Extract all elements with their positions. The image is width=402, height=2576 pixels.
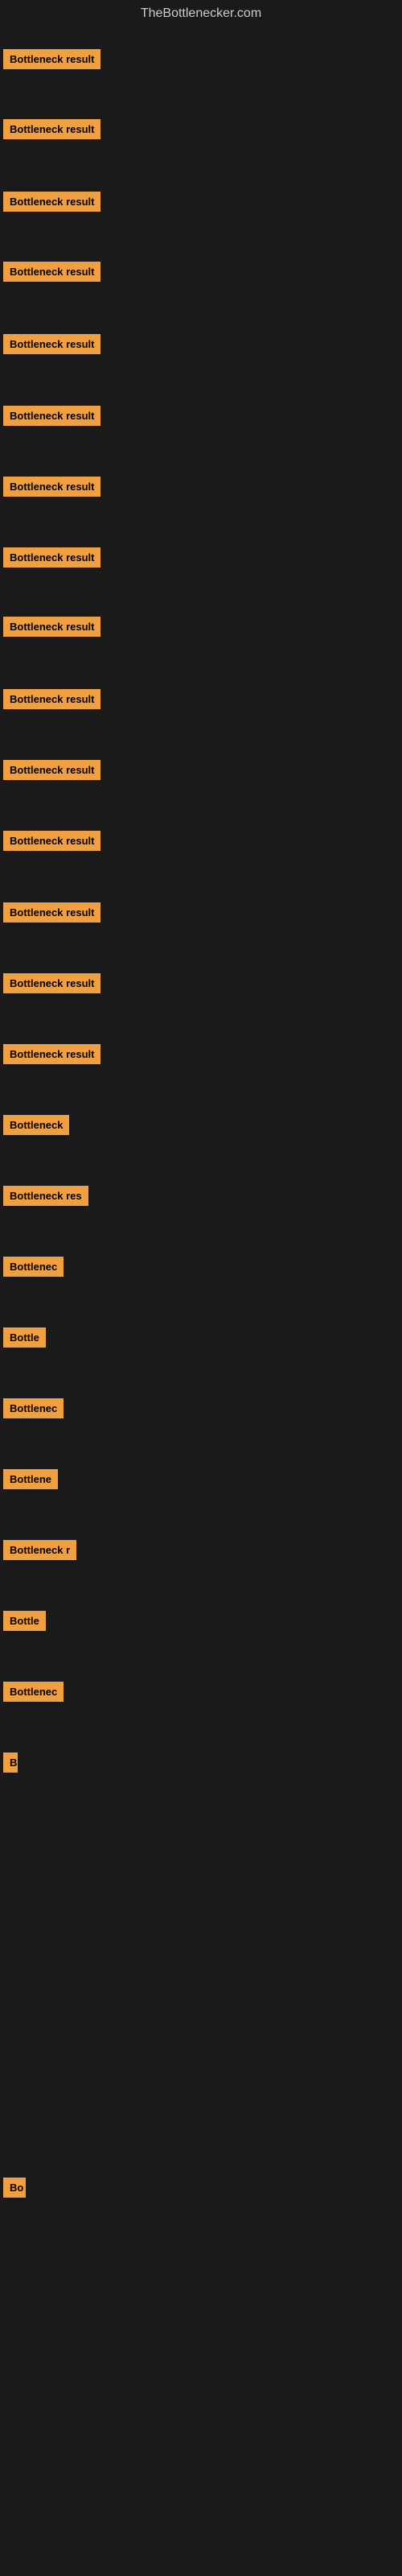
bottleneck-badge-23: Bottle [3,1611,46,1631]
bottleneck-badge-6: Bottleneck result [3,406,100,426]
bottleneck-badge-5: Bottleneck result [3,334,100,354]
bottleneck-badge-14: Bottleneck result [3,973,100,993]
bottleneck-item-23: Bottle [3,1611,46,1635]
site-title: TheBottlenecker.com [0,0,402,27]
bottleneck-item-4: Bottleneck result [3,262,100,286]
bottleneck-item-9: Bottleneck result [3,617,100,641]
bottleneck-item-14: Bottleneck result [3,973,100,997]
bottleneck-item-22: Bottleneck r [3,1540,76,1564]
bottleneck-item-21: Bottlene [3,1469,58,1493]
bottleneck-badge-15: Bottleneck result [3,1044,100,1064]
bottleneck-item-11: Bottleneck result [3,760,100,784]
bottleneck-item-20: Bottlenec [3,1398,64,1422]
bottleneck-item-24: Bottlenec [3,1682,64,1706]
bottleneck-item-2: Bottleneck result [3,119,100,143]
bottleneck-item-1: Bottleneck result [3,49,100,73]
bottleneck-badge-20: Bottlenec [3,1398,64,1418]
bottleneck-badge-30: Bo [3,2178,26,2198]
bottleneck-badge-4: Bottleneck result [3,262,100,282]
bottleneck-item-5: Bottleneck result [3,334,100,358]
bottleneck-badge-11: Bottleneck result [3,760,100,780]
bottleneck-badge-10: Bottleneck result [3,689,100,709]
bottleneck-badge-13: Bottleneck result [3,902,100,923]
bottleneck-item-3: Bottleneck result [3,192,100,216]
bottleneck-item-12: Bottleneck result [3,831,100,855]
bottleneck-badge-18: Bottlenec [3,1257,64,1277]
bottleneck-item-19: Bottle [3,1327,46,1352]
bottleneck-badge-1: Bottleneck result [3,49,100,69]
bottleneck-item-25: B [3,1752,18,1777]
bottleneck-badge-8: Bottleneck result [3,547,100,568]
bottleneck-badge-12: Bottleneck result [3,831,100,851]
bottleneck-badge-24: Bottlenec [3,1682,64,1702]
bottleneck-item-7: Bottleneck result [3,477,100,501]
bottleneck-item-16: Bottleneck [3,1115,69,1139]
bottleneck-item-18: Bottlenec [3,1257,64,1281]
bottleneck-item-15: Bottleneck result [3,1044,100,1068]
bottleneck-badge-7: Bottleneck result [3,477,100,497]
bottleneck-item-17: Bottleneck res [3,1186,88,1210]
bottleneck-item-6: Bottleneck result [3,406,100,430]
bottleneck-badge-2: Bottleneck result [3,119,100,139]
bottleneck-badge-22: Bottleneck r [3,1540,76,1560]
bottleneck-badge-21: Bottlene [3,1469,58,1489]
bottleneck-item-13: Bottleneck result [3,902,100,927]
bottleneck-item-10: Bottleneck result [3,689,100,713]
bottleneck-badge-3: Bottleneck result [3,192,100,212]
bottleneck-badge-19: Bottle [3,1327,46,1348]
bottleneck-badge-9: Bottleneck result [3,617,100,637]
bottleneck-badge-16: Bottleneck [3,1115,69,1135]
bottleneck-item-30: Bo [3,2178,26,2202]
bottleneck-badge-17: Bottleneck res [3,1186,88,1206]
bottleneck-item-8: Bottleneck result [3,547,100,572]
bottleneck-badge-25: B [3,1752,18,1773]
